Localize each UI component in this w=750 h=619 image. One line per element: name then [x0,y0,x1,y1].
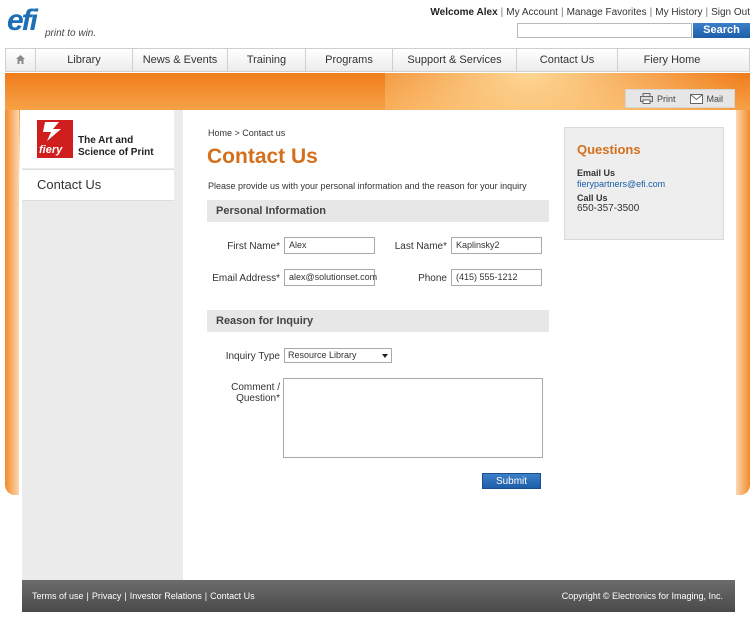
footer-links: Terms of use | Privacy | Investor Relations |… [32,591,255,601]
reason-heading: Reason for Inquiry [207,310,549,332]
email-us-heading: Email Us [577,168,616,178]
mail-icon [689,93,703,104]
inquiry-type-value: Resource Library [288,350,357,360]
band-right-edge [736,110,750,495]
submit-button[interactable]: Submit [482,473,541,489]
manage-favorites-link[interactable]: Manage Favorites [567,7,647,18]
my-history-link[interactable]: My History [655,7,702,18]
main-nav: Library News & Events Training Programs … [5,48,750,72]
efi-logo-mark: efi [7,4,38,37]
search-input[interactable] [517,23,692,38]
nav-library[interactable]: Library [36,49,133,71]
nav-support-services[interactable]: Support & Services [393,49,517,71]
questions-box: Questions Email Us fierypartners@efi.com… [564,127,724,240]
efi-tagline: print to win. [45,28,97,39]
email-link[interactable]: fierypartners@efi.com [577,179,665,189]
intro-text: Please provide us with your personal inf… [208,181,527,191]
home-icon[interactable] [6,49,36,71]
first-name-label: First Name* [227,241,280,252]
footer-investor-link[interactable]: Investor Relations [130,591,202,601]
fiery-brand-box: fiery The Art and Science of Print [22,110,174,168]
fiery-tagline-line2: Science of Print [78,147,154,158]
first-name-field[interactable]: Alex [284,237,375,254]
phone-field[interactable]: (415) 555-1212 [451,269,542,286]
comment-label-line1: Comment / [231,382,280,393]
sidebar-item-contact-us[interactable]: Contact Us [22,169,174,201]
print-button[interactable]: Print [640,93,676,104]
search-button[interactable]: Search [693,23,750,38]
nav-contact-us[interactable]: Contact Us [517,49,618,71]
fiery-tagline: The Art and Science of Print [78,135,154,159]
fiery-logo-text: fiery [39,144,63,156]
printer-icon [640,93,653,104]
last-name-field[interactable]: Kaplinsky2 [451,237,542,254]
breadcrumb: Home > Contact us [208,128,286,138]
call-us-heading: Call Us [577,193,608,203]
band-left-edge [5,110,19,495]
page-title: Contact Us [207,145,318,168]
print-label: Print [657,93,676,104]
footer: Terms of use | Privacy | Investor Relations |… [22,580,735,612]
mail-label: Mail [706,93,724,104]
footer-privacy-link[interactable]: Privacy [92,591,122,601]
email-field[interactable]: alex@solutionset.com [284,269,377,286]
sign-out-link[interactable]: Sign Out [711,7,750,18]
welcome-text: Welcome Alex [430,7,498,18]
my-account-link[interactable]: My Account [506,7,558,18]
personal-info-heading: Personal Information [207,200,549,222]
nav-programs[interactable]: Programs [306,49,393,71]
comment-textarea[interactable] [283,378,543,458]
mail-button[interactable]: Mail [689,93,724,104]
efi-logo[interactable]: efi print to win. [7,4,117,42]
phone-number: 650-357-3500 [577,203,640,214]
email-label: Email Address* [212,273,280,284]
phone-label: Phone [418,273,447,284]
user-bar: Welcome Alex | My Account | Manage Favorites… [430,7,750,18]
footer-terms-link[interactable]: Terms of use [32,591,84,601]
comment-label: Comment / Question* [210,382,280,404]
comment-label-line2: Question* [236,393,280,404]
inquiry-type-label: Inquiry Type [225,351,280,362]
inquiry-type-select[interactable]: Resource Library [284,348,392,363]
nav-training[interactable]: Training [228,49,306,71]
nav-fiery-home[interactable]: Fiery Home [618,49,726,71]
nav-news-events[interactable]: News & Events [133,49,228,71]
page-tools: Print Mail [625,89,735,108]
questions-title: Questions [577,142,641,157]
fiery-logo[interactable]: fiery [37,120,73,158]
copyright-text: Copyright © Electronics for Imaging, Inc… [561,591,723,601]
footer-contact-link[interactable]: Contact Us [210,591,255,601]
fiery-tagline-line1: The Art and [78,135,134,146]
last-name-label: Last Name* [394,241,447,252]
chevron-down-icon [382,354,388,358]
